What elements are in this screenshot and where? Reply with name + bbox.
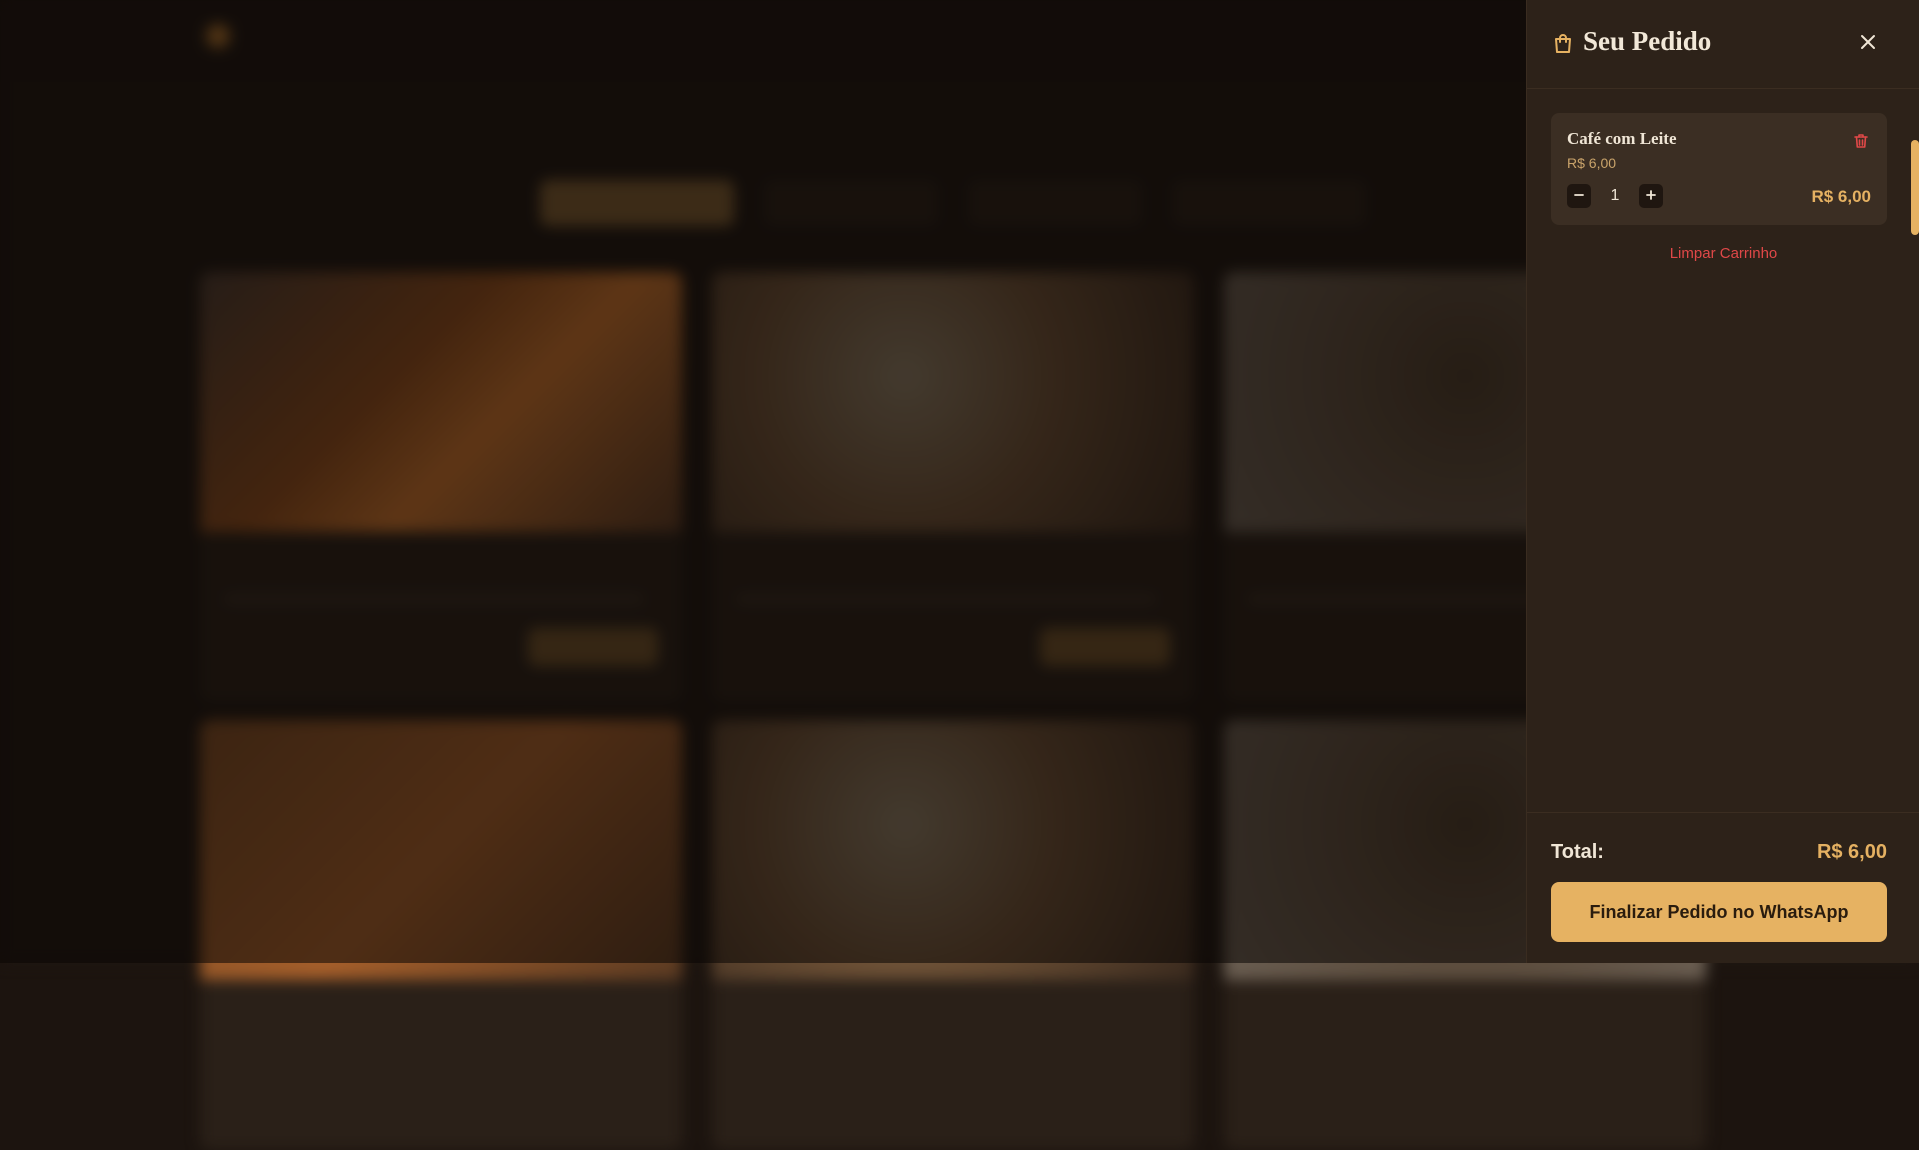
remove-item-button[interactable] (1852, 132, 1870, 150)
total-label: Total: (1551, 841, 1604, 863)
shopping-bag-icon (1551, 32, 1575, 56)
item-quantity: 1 (1610, 187, 1620, 204)
cart-item-unit-price: R$ 6,00 (1567, 155, 1617, 171)
close-cart-button[interactable] (1854, 28, 1882, 56)
cart-footer: Total: R$ 6,00 Finalizar Pedido no Whats… (1527, 812, 1919, 964)
close-icon (1854, 35, 1882, 60)
cart-item-subtotal: R$ 6,00 (1811, 187, 1871, 206)
cart-drawer: Seu Pedido Café com Leite R$ 6,00 1 R$ 6… (1526, 0, 1919, 963)
minus-icon (1573, 185, 1585, 205)
cart-header: Seu Pedido (1527, 0, 1919, 89)
trash-icon (1852, 134, 1870, 154)
decrease-quantity-button[interactable] (1567, 184, 1591, 208)
checkout-whatsapp-button[interactable]: Finalizar Pedido no WhatsApp (1551, 882, 1887, 942)
increase-quantity-button[interactable] (1639, 184, 1663, 208)
cart-item-name: Café com Leite (1567, 129, 1677, 148)
plus-icon (1645, 185, 1657, 205)
total-value: R$ 6,00 (1816, 841, 1887, 863)
scrollbar-thumb[interactable] (1911, 140, 1919, 235)
backdrop-overlay[interactable] (0, 0, 1526, 963)
cart-title: Seu Pedido (1583, 26, 1712, 56)
cart-item: Café com Leite R$ 6,00 1 R$ 6,00 (1551, 113, 1887, 225)
clear-cart-button[interactable]: Limpar Carrinho (1527, 245, 1919, 262)
